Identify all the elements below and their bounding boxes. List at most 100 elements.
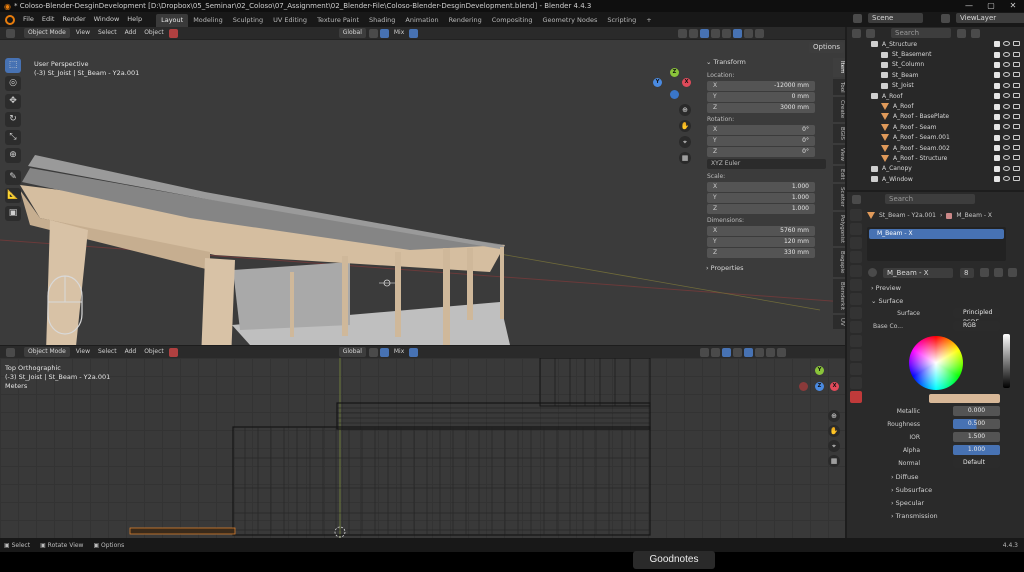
outliner-row[interactable]: St_Basement — [847, 49, 1024, 59]
location-y-field[interactable]: Y0 mm — [707, 92, 815, 102]
tab-create[interactable]: Create — [833, 97, 845, 122]
tab-scripting[interactable]: Scripting — [602, 14, 641, 27]
menu-file[interactable]: File — [19, 12, 38, 27]
color-wheel[interactable] — [909, 336, 963, 390]
transform-header[interactable]: ⌄ Transform — [706, 58, 829, 66]
tab-edit[interactable]: Edit — [833, 165, 845, 183]
render-camera-icon[interactable] — [1013, 93, 1020, 99]
base-color-mode[interactable]: RGB — [953, 321, 1000, 331]
scene-tab-icon[interactable] — [850, 265, 862, 277]
menu-window[interactable]: Window — [90, 12, 124, 27]
eye-icon[interactable] — [1003, 72, 1010, 78]
output-tab-icon[interactable] — [850, 237, 862, 249]
unlink-material-icon[interactable] — [1008, 268, 1017, 277]
param-slider[interactable]: 1.500 — [953, 432, 1000, 442]
eye-icon[interactable] — [1003, 155, 1010, 161]
camera-view-icon[interactable]: ⌖ — [679, 136, 691, 148]
outliner-row[interactable]: A_Structure — [847, 39, 1024, 49]
render-camera-icon[interactable] — [1013, 176, 1020, 182]
data-tab-icon[interactable] — [850, 377, 862, 389]
eye-icon[interactable] — [1003, 61, 1010, 67]
snap-icon[interactable] — [379, 28, 389, 38]
properties-header[interactable]: › Properties — [706, 264, 829, 272]
transform-orientation-bottom[interactable]: Global — [338, 347, 366, 357]
annotate-tool[interactable]: ✎ — [5, 170, 21, 185]
eye-icon[interactable] — [1003, 124, 1010, 130]
dimensions-z-field[interactable]: Z 330 mm — [707, 248, 815, 258]
render-camera-icon[interactable] — [1013, 145, 1020, 151]
outliner-row[interactable]: A_Roof — [847, 101, 1024, 111]
zoom-icon[interactable]: ⊕ — [679, 104, 691, 116]
rotate-tool[interactable]: ↻ — [5, 112, 21, 127]
user-count[interactable]: 8 — [960, 267, 974, 278]
tab-bagapie[interactable]: Bagapie — [833, 248, 845, 277]
solid-shading-icon-bottom[interactable] — [755, 347, 765, 357]
maximize-button[interactable]: ▢ — [980, 0, 1002, 12]
eye-icon[interactable] — [1003, 93, 1010, 99]
param-slider[interactable]: 1.000 — [953, 445, 1000, 455]
pan-hand-icon[interactable]: ✋ — [679, 120, 691, 132]
gizmo-y-axis[interactable]: Y — [653, 78, 662, 87]
gizmo-z-axis-bottom[interactable]: Z — [815, 382, 824, 391]
outliner-row[interactable]: St_Beam — [847, 70, 1024, 80]
tab-compositing[interactable]: Compositing — [487, 14, 538, 27]
eye-icon[interactable] — [1003, 145, 1010, 151]
gizmo-x-axis[interactable]: X — [682, 78, 691, 87]
render-camera-icon[interactable] — [1013, 72, 1020, 78]
outliner-search-input[interactable]: Search — [891, 28, 951, 38]
collection-tab-icon[interactable] — [850, 293, 862, 305]
outliner-row[interactable]: A_Roof - Structure — [847, 153, 1024, 163]
render-camera-icon[interactable] — [1013, 61, 1020, 67]
menu-object-bottom[interactable]: Object — [140, 346, 168, 358]
param-slider[interactable]: 0.500 — [953, 419, 1000, 429]
select-box-tool[interactable]: ⬚ — [5, 58, 21, 73]
render-camera-icon[interactable] — [1013, 165, 1020, 171]
proportional-edit-icon[interactable] — [409, 28, 419, 38]
rendered-shading-icon[interactable] — [755, 28, 765, 38]
rotation-y-field[interactable]: Y 0° — [707, 136, 815, 146]
pivot-icon[interactable] — [368, 28, 378, 38]
outliner-row[interactable]: St_Column — [847, 60, 1024, 70]
tab-sculpting[interactable]: Sculpting — [228, 14, 268, 27]
world-tab-icon[interactable] — [850, 279, 862, 291]
fake-user-icon[interactable] — [980, 268, 989, 277]
tab-blenderkit[interactable]: Blenderkit — [833, 278, 845, 313]
exclude-checkbox[interactable] — [994, 113, 1000, 120]
object-tab-icon[interactable] — [850, 307, 862, 319]
outliner-row[interactable]: St_Joist — [847, 81, 1024, 91]
material-slot-item[interactable]: M_Beam - X — [869, 229, 1004, 239]
tab-uv[interactable]: UV — [833, 314, 845, 329]
overlay-toggle-icon-bottom[interactable] — [722, 347, 732, 357]
collapsed-section[interactable]: › Specular — [867, 497, 1020, 510]
rendered-shading-icon-bottom[interactable] — [777, 347, 787, 357]
eye-icon[interactable] — [1003, 176, 1010, 182]
render-camera-icon[interactable] — [1013, 51, 1020, 57]
menu-add[interactable]: Add — [121, 27, 141, 39]
gizmo-neg-x-bottom[interactable] — [799, 382, 808, 391]
exclude-checkbox[interactable] — [994, 155, 1000, 162]
exclude-checkbox[interactable] — [994, 103, 1000, 110]
eye-icon[interactable] — [1003, 103, 1010, 109]
exclude-checkbox[interactable] — [994, 124, 1000, 131]
mode-select[interactable]: Object Mode — [24, 28, 70, 38]
tab-tool[interactable]: Tool — [833, 78, 845, 96]
outliner-row[interactable]: A_Roof - Seam.002 — [847, 143, 1024, 153]
visibility-icon[interactable] — [678, 28, 688, 38]
menu-edit[interactable]: Edit — [38, 12, 59, 27]
options-button[interactable]: Options — [809, 42, 845, 53]
physics-tab-icon[interactable] — [850, 349, 862, 361]
menu-render[interactable]: Render — [58, 12, 89, 27]
proportional-edit-icon-bottom[interactable] — [409, 347, 419, 357]
outliner-row[interactable]: A_Roof — [847, 91, 1024, 101]
render-camera-icon[interactable] — [1013, 155, 1020, 161]
eye-icon[interactable] — [1003, 82, 1010, 88]
exclude-checkbox[interactable] — [994, 41, 1000, 48]
material-shading-icon-bottom[interactable] — [766, 347, 776, 357]
move-tool[interactable]: ✥ — [5, 94, 21, 109]
dimensions-y-field[interactable]: Y 120 mm — [707, 237, 815, 247]
location-z-field[interactable]: Z 3000 mm — [707, 103, 815, 113]
navigation-gizmo-bottom[interactable]: Y X Z — [797, 366, 842, 411]
render-camera-icon[interactable] — [1013, 41, 1020, 47]
tab-modeling[interactable]: Modeling — [188, 14, 228, 27]
eye-icon[interactable] — [1003, 113, 1010, 119]
